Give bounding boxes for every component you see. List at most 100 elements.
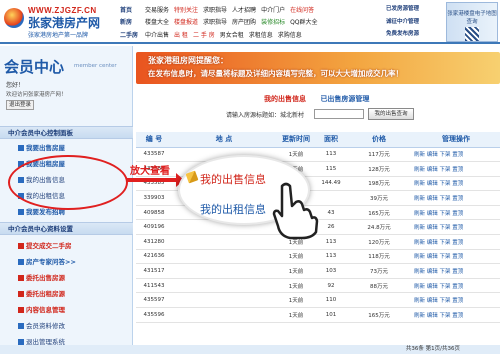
cell-actions[interactable]: 刷新 编辑 下架 置顶 bbox=[412, 190, 500, 206]
nav-link[interactable]: QQ群大全 bbox=[290, 17, 317, 26]
table-row[interactable]: 433587 1天前 113 117万元 刷新 编辑 下架 置顶 bbox=[136, 147, 500, 163]
sidebar-item-entrust-sell[interactable]: 委托出售房源 bbox=[18, 272, 65, 282]
col-header-actions: 管理操作 bbox=[412, 132, 500, 148]
nav-link[interactable]: 求购信息 bbox=[278, 30, 302, 39]
tab-sold-manage[interactable]: 已出售房源管理 bbox=[320, 95, 369, 103]
cell-location bbox=[172, 292, 276, 309]
cell-actions[interactable]: 刷新 编辑 下架 置顶 bbox=[412, 234, 500, 250]
cell-actions[interactable]: 刷新 编辑 下架 置顶 bbox=[412, 219, 500, 236]
cell-actions[interactable]: 刷新 编辑 下架 置顶 bbox=[412, 249, 500, 265]
cell-area: 113 bbox=[316, 249, 346, 265]
cell-price: 118万元 bbox=[346, 249, 412, 265]
nav-link[interactable]: 在线问答 bbox=[290, 5, 314, 14]
zoom-item-sell: 我的出售信息 bbox=[200, 173, 266, 186]
cell-area: 115 bbox=[316, 161, 346, 177]
nav-link[interactable]: 中介出售 bbox=[145, 30, 169, 39]
highlight-oval bbox=[8, 155, 128, 210]
cell-actions[interactable]: 刷新 编辑 下架 置顶 bbox=[412, 205, 500, 221]
nav-link[interactable]: 求职指导 bbox=[203, 17, 227, 26]
nav-link[interactable]: 交易服务 bbox=[145, 5, 169, 14]
cell-location bbox=[172, 307, 276, 323]
cell-id: 411543 bbox=[136, 278, 172, 294]
cell-location bbox=[172, 234, 276, 250]
nav-link[interactable]: 求职指导 bbox=[203, 5, 227, 14]
sidebar-item-label: 委托出租房源 bbox=[26, 290, 65, 298]
cell-price: 120万元 bbox=[346, 234, 412, 250]
sidebar-item-entrust-rent[interactable]: 委托出租房源 bbox=[18, 288, 65, 298]
cell-actions[interactable]: 刷新 编辑 下架 置顶 bbox=[412, 278, 500, 294]
cell-actions[interactable]: 刷新 编辑 下架 置顶 bbox=[412, 161, 500, 177]
listing-tabs: 我的出售信息 已出售房源管理 bbox=[264, 94, 464, 104]
nav-link[interactable]: 楼盘报道 bbox=[174, 17, 198, 26]
table-row[interactable]: 435596 1天前 101 165万元 刷新 编辑 下架 置顶 bbox=[136, 307, 500, 323]
nav-link[interactable]: 人才招聘 bbox=[232, 5, 256, 14]
sidebar-item-expert-qa[interactable]: 房产专家问答>> bbox=[18, 256, 76, 266]
table-header-row: 编 号 地 点 更新时间 面积 价格 管理操作 bbox=[136, 132, 500, 148]
slogan: 张家港房地产第一品牌 bbox=[28, 32, 89, 39]
tab-my-sell-info[interactable]: 我的出售信息 bbox=[264, 95, 306, 103]
annotation-arrow bbox=[127, 173, 184, 187]
cell-location bbox=[172, 249, 276, 265]
cell-actions[interactable]: 刷新 编辑 下架 置顶 bbox=[412, 292, 500, 309]
cell-actions[interactable]: 刷新 编辑 下架 置顶 bbox=[412, 176, 500, 192]
member-center-title: 会员中心 bbox=[4, 59, 65, 76]
table-row[interactable]: 421636 1天前 113 118万元 刷新 编辑 下架 置顶 bbox=[136, 249, 500, 265]
sidebar-item-label: 会员资料修改 bbox=[26, 322, 65, 330]
qr-code-icon bbox=[465, 27, 479, 41]
cell-actions[interactable]: 刷新 编辑 下架 置顶 bbox=[412, 147, 500, 163]
banner-title: 张家港租房网提醒您： bbox=[148, 56, 228, 65]
pagination-footer[interactable]: 共36条 第1页/共36页 bbox=[0, 345, 500, 354]
search-label: 请输入房源标题如：城北新村 bbox=[226, 112, 305, 119]
cell-updated: 1天前 bbox=[276, 278, 316, 294]
nav-link[interactable]: 首页 bbox=[120, 5, 140, 14]
sidebar-item-label: 我要出售房屋 bbox=[26, 144, 65, 152]
nav-link[interactable]: 装修招标 bbox=[261, 17, 285, 26]
cell-area: 110 bbox=[316, 292, 346, 309]
cell-area: 144.49 bbox=[316, 176, 346, 192]
nav-link[interactable]: 求租信息 bbox=[249, 30, 273, 39]
nav-link[interactable]: 中介门户 bbox=[261, 5, 285, 14]
nav-link[interactable]: 楼盘大全 bbox=[145, 17, 169, 26]
cell-id: 435596 bbox=[136, 307, 172, 323]
nav-link[interactable]: 二手房 bbox=[120, 30, 140, 39]
cell-updated: 1天前 bbox=[276, 263, 316, 279]
cell-area bbox=[316, 190, 346, 206]
bullet-icon bbox=[18, 307, 24, 313]
sidebar-item-sell-house[interactable]: 我要出售房屋 bbox=[18, 142, 65, 152]
zoom-callout-label: 放大查看 bbox=[130, 166, 170, 177]
cell-price: 39万元 bbox=[346, 190, 412, 206]
sidebar-item-edit-profile[interactable]: 会员资料修改 bbox=[18, 320, 65, 330]
map-promo-banner[interactable]: 张家港楼盘电子地图查询 bbox=[446, 2, 498, 42]
search-input[interactable] bbox=[314, 109, 364, 119]
greeting-prefix: 您好！ bbox=[6, 82, 25, 89]
cell-area: 92 bbox=[316, 278, 346, 294]
nav-link[interactable]: 男女合租 bbox=[220, 30, 244, 39]
col-header-price: 价格 bbox=[346, 132, 412, 148]
house-icon bbox=[18, 209, 24, 215]
cell-location bbox=[172, 263, 276, 279]
cell-actions[interactable]: 刷新 编辑 下架 置顶 bbox=[412, 307, 500, 323]
search-button[interactable]: 我的出售查询 bbox=[368, 108, 414, 120]
table-row[interactable]: 411543 1天前 92 88万元 刷新 编辑 下架 置顶 bbox=[136, 278, 500, 294]
nav-link[interactable]: 出 租 bbox=[174, 30, 188, 39]
table-row[interactable]: 435597 1天前 110 刷新 编辑 下架 置顶 bbox=[136, 292, 500, 309]
sidebar-item-submit-deal[interactable]: 提交成交二手房 bbox=[18, 240, 72, 250]
cell-price: 117万元 bbox=[346, 147, 412, 163]
section-title-control-panel: 中介会员中心控制面板 bbox=[0, 126, 133, 139]
table-row[interactable]: 431517 1天前 103 73万元 刷新 编辑 下架 置顶 bbox=[136, 263, 500, 279]
nav-link[interactable]: 特别关注 bbox=[174, 5, 198, 14]
brand-name: 张家港房产网 bbox=[28, 16, 101, 30]
nav-link[interactable]: 二 手 房 bbox=[193, 30, 215, 39]
promo-link[interactable]: 免费发布房源 bbox=[386, 28, 444, 41]
nav-link[interactable]: 房产团购 bbox=[232, 17, 256, 26]
promo-link[interactable]: 诚征中介管理 bbox=[386, 16, 444, 29]
cell-actions[interactable]: 刷新 编辑 下架 置顶 bbox=[412, 263, 500, 279]
welcome-text: 欢迎访问张家港房产网！ bbox=[6, 92, 67, 98]
cell-area: 26 bbox=[316, 219, 346, 236]
bullet-icon bbox=[18, 259, 24, 265]
sidebar-item-content-manage[interactable]: 内容信息管理 bbox=[18, 304, 65, 314]
nav-link[interactable]: 新房 bbox=[120, 17, 140, 26]
site-logo[interactable]: WWW.ZJGZF.CN 张家港房产网 张家港房地产第一品牌 bbox=[4, 6, 116, 40]
promo-link[interactable]: 已发房源管理 bbox=[386, 3, 444, 16]
logout-button[interactable]: 退出登录 bbox=[6, 100, 34, 110]
